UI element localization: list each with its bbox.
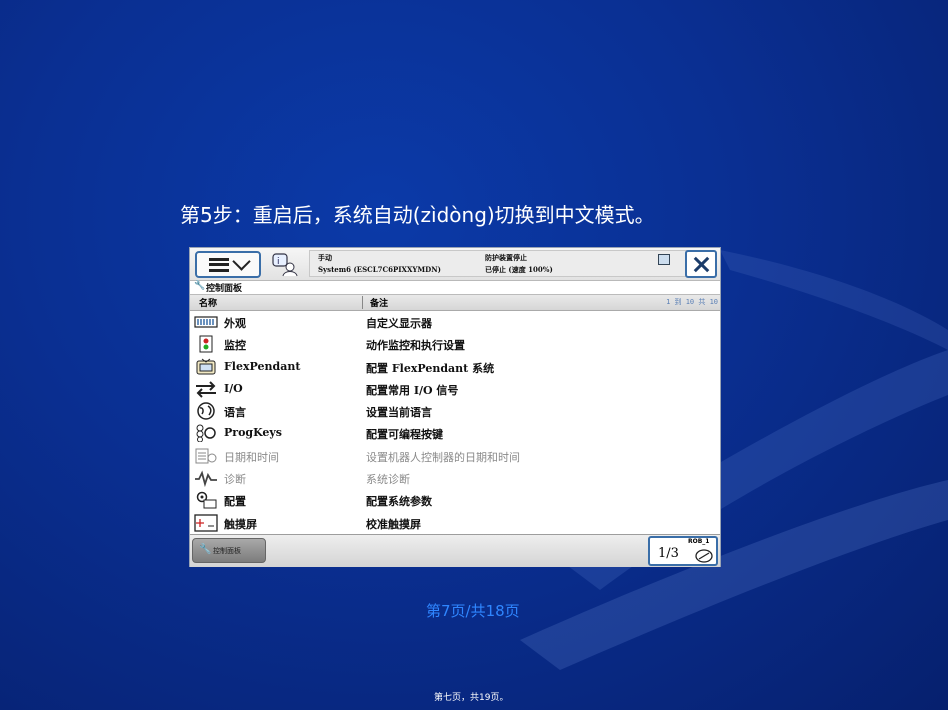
calendar-icon (195, 448, 217, 464)
wrench-icon: 🔧 (194, 281, 206, 291)
speed-text: 已停止 (速度 100%) (485, 265, 553, 274)
safety-state-text: 防护装置停止 (485, 253, 527, 262)
task-fraction: 1/3 (658, 546, 679, 561)
step-heading: 第5步：重启后，系统自动(zìdòng)切换到中文模式。 (180, 203, 655, 227)
progkeys-icon (196, 424, 216, 443)
chevron-down-icon (231, 252, 251, 271)
window-switch-icon[interactable] (658, 254, 670, 265)
column-name-header: 名称 (199, 299, 218, 309)
table-header: 名称 备注 1 到 10 共 10 (190, 294, 720, 311)
item-name: 语言 (224, 406, 246, 420)
column-note-header: 备注 (370, 299, 389, 309)
panel-title: 控制面板 (206, 284, 243, 294)
list-item-progkeys[interactable]: ProgKeys 配置可编程按键 (190, 422, 720, 444)
close-button[interactable] (685, 250, 717, 278)
item-note: 配置常用 I/O 信号 (366, 383, 459, 397)
item-name: ProgKeys (224, 426, 282, 440)
document-page-indicator: 第七页，共19页。 (434, 693, 509, 703)
item-name: 监控 (224, 339, 246, 353)
slide-page-indicator[interactable]: 第7页/共18页 (426, 600, 520, 621)
item-note: 设置当前语言 (366, 406, 432, 420)
robot-unit-label: ROB_1 (688, 538, 710, 545)
system-name-text: System6 (ESCL7C6PIXXYMDN) (318, 265, 441, 274)
list-item-date-time[interactable]: 日期和时间 设置机器人控制器的日期和时间 (190, 445, 720, 467)
mode-text: 手动 (318, 253, 332, 262)
list-item-configuration[interactable]: 配置 配置系统参数 (190, 489, 720, 511)
status-bar: i 手动 System6 (ESCL7C6PIXXYMDN) 防护装置停止 已停… (190, 248, 720, 281)
item-note: 系统诊断 (366, 473, 410, 487)
item-name: FlexPendant (224, 359, 301, 373)
appearance-icon (194, 316, 218, 328)
speed-gauge-icon (695, 549, 713, 563)
supervision-icon (199, 335, 213, 353)
list-item-supervision[interactable]: 监控 动作监控和执行设置 (190, 333, 720, 355)
quickset-button[interactable]: ROB_1 1/3 (648, 536, 718, 566)
item-note: 配置可编程按键 (366, 428, 443, 442)
abb-menu-button[interactable] (195, 251, 261, 278)
column-divider (362, 296, 363, 309)
item-name: 日期和时间 (224, 450, 279, 464)
item-note: 动作监控和执行设置 (366, 339, 465, 353)
item-note: 配置系统参数 (366, 495, 432, 509)
item-note: 配置 FlexPendant 系统 (366, 361, 495, 375)
item-name: 触摸屏 (224, 517, 257, 531)
wrench-icon: 🔧 (199, 544, 212, 555)
hamburger-icon (208, 257, 229, 272)
item-note: 校准触摸屏 (366, 517, 421, 531)
operator-window-icon[interactable]: i (271, 252, 299, 277)
diagnostics-icon (195, 470, 217, 488)
flexpendant-screen: i 手动 System6 (ESCL7C6PIXXYMDN) 防护装置停止 已停… (189, 247, 721, 567)
control-panel-task-button[interactable]: 🔧 控制面板 (192, 538, 266, 563)
panel-titlebar: 🔧 控制面板 (190, 281, 720, 294)
item-note: 自定义显示器 (366, 317, 432, 330)
configuration-icon (196, 492, 217, 509)
item-note: 设置机器人控制器的日期和时间 (366, 450, 520, 464)
task-bar: 🔧 控制面板 ROB_1 1/3 (190, 534, 720, 567)
control-panel-list: 外观 自定义显示器 监控 动作监控和执行设置 FlexPendant 配置 Fl… (190, 311, 720, 534)
flexpendant-icon (196, 358, 216, 375)
item-name: 配置 (224, 495, 246, 509)
list-item-io[interactable]: I/O 配置常用 I/O 信号 (190, 378, 720, 400)
list-item-touchscreen[interactable]: 触摸屏 校准触摸屏 (190, 512, 720, 534)
list-item-appearance[interactable]: 外观 自定义显示器 (190, 311, 720, 333)
item-name: 诊断 (224, 473, 246, 487)
list-item-diagnostics[interactable]: 诊断 系统诊断 (190, 467, 720, 489)
item-name: 外观 (224, 317, 246, 330)
item-name: I/O (224, 381, 243, 395)
task-label: 控制面板 (213, 547, 241, 555)
svg-text:i: i (277, 257, 280, 267)
io-icon (196, 381, 216, 398)
status-info[interactable]: 手动 System6 (ESCL7C6PIXXYMDN) 防护装置停止 已停止 … (309, 250, 714, 277)
touchscreen-icon (194, 514, 218, 532)
language-icon (197, 402, 215, 420)
list-item-flexpendant[interactable]: FlexPendant 配置 FlexPendant 系统 (190, 356, 720, 378)
list-item-language[interactable]: 语言 设置当前语言 (190, 400, 720, 422)
paging-indicator: 1 到 10 共 10 (666, 298, 718, 306)
